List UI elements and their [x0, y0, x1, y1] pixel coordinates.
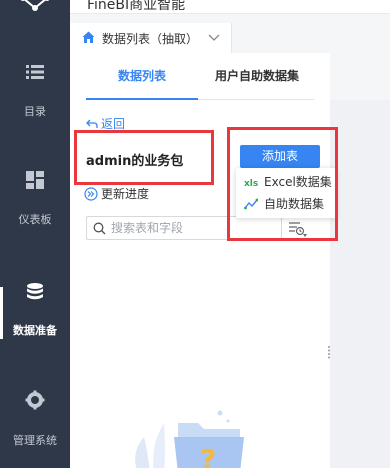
sidebar-item-label: 数据准备: [13, 324, 57, 337]
top-header: FineBI商业智能: [70, 0, 390, 14]
chevron-down-icon[interactable]: [208, 32, 220, 42]
database-icon: [27, 283, 43, 300]
content-area: [330, 100, 390, 468]
svg-text:?: ?: [200, 443, 216, 468]
tab-data-list[interactable]: 数据列表: [118, 67, 166, 84]
update-progress-icon: [84, 187, 98, 201]
home-icon: [82, 31, 95, 43]
breadcrumb-bar: 数据列表（抽取）: [70, 15, 390, 53]
sidebar-item-catalog[interactable]: 目录: [0, 62, 70, 122]
data-list-panel: 数据列表 用户自助数据集 返回 admin的业务包 更新进度 搜索表和字段 ?: [70, 53, 330, 468]
back-label: 返回: [101, 117, 126, 131]
sidebar-item-label: 管理系统: [13, 434, 57, 447]
back-arrow-icon: [86, 119, 98, 128]
tab-self-service-dataset[interactable]: 用户自助数据集: [215, 67, 299, 84]
empty-state-illustration: ?: [135, 410, 244, 468]
resize-handle-icon[interactable]: [327, 345, 331, 359]
list-icon: [26, 65, 44, 79]
update-progress-link[interactable]: 更新进度: [84, 185, 149, 202]
highlight-frame-package-name: [74, 130, 214, 185]
update-progress-label: 更新进度: [101, 187, 150, 201]
highlight-frame-add-table: [227, 127, 338, 241]
sidebar-item-dashboard[interactable]: 仪表板: [0, 170, 70, 230]
gear-icon: [25, 390, 45, 410]
finebi-logo-icon: [20, 0, 50, 11]
sidebar-item-data-prep[interactable]: 数据准备: [0, 282, 70, 342]
search-icon: [93, 222, 106, 235]
sidebar-item-label: 仪表板: [18, 213, 52, 226]
tab-active-underline: [86, 98, 198, 100]
sidebar-item-label: 目录: [24, 105, 46, 118]
sidebar-item-admin[interactable]: 管理系统: [0, 390, 70, 450]
sidebar: 目录 仪表板 数据准备 管理系统: [0, 0, 70, 468]
breadcrumb[interactable]: 数据列表（抽取）: [70, 23, 232, 53]
app-title: FineBI商业智能: [87, 0, 186, 13]
breadcrumb-label: 数据列表（抽取）: [102, 32, 199, 46]
dashboard-icon: [26, 171, 44, 189]
